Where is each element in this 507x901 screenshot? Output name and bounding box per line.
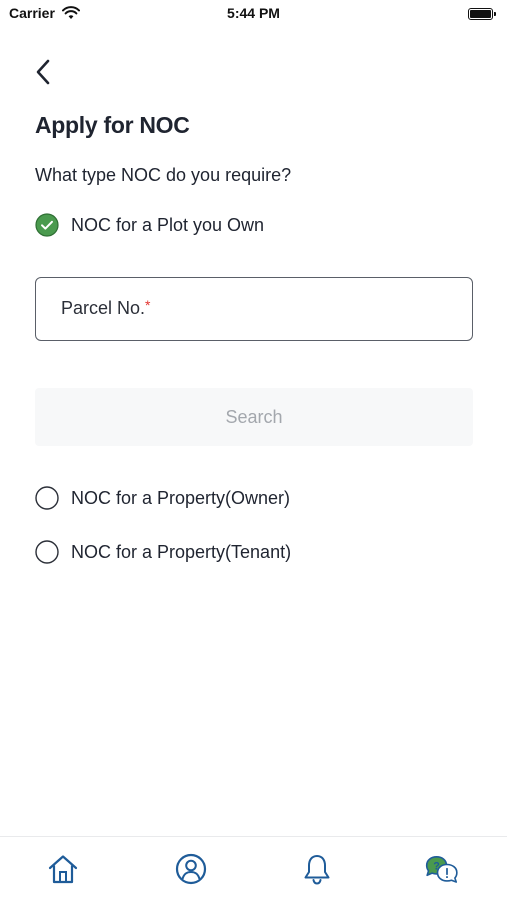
option-plot-you-own[interactable]: NOC for a Plot you Own [35, 213, 264, 237]
radio-unchecked-icon [35, 540, 59, 564]
bottom-tab-bar: ? [0, 836, 507, 901]
checked-radio-icon [35, 213, 59, 237]
home-icon [48, 855, 78, 884]
tab-help[interactable]: ? [424, 851, 460, 887]
noc-type-question: What type NOC do you require? [35, 165, 292, 185]
chevron-left-icon [36, 59, 50, 85]
tab-profile[interactable] [173, 851, 209, 887]
back-button[interactable] [28, 54, 58, 90]
help-chat-icon: ? [425, 856, 458, 883]
status-bar: Carrier 5:44 PM [0, 0, 507, 30]
battery-icon [468, 8, 497, 20]
option-label: NOC for a Property(Owner) [71, 487, 291, 508]
tab-notifications[interactable] [299, 851, 335, 887]
bell-icon [304, 855, 330, 885]
parcel-placeholder: Parcel No.* [61, 297, 151, 318]
required-asterisk: * [145, 297, 151, 313]
parcel-number-input[interactable]: Parcel No.* [35, 277, 473, 341]
option-label: NOC for a Property(Tenant) [71, 541, 292, 562]
page-title: Apply for NOC [35, 112, 190, 138]
option-label: NOC for a Plot you Own [71, 214, 265, 235]
radio-unchecked-icon [35, 486, 59, 510]
profile-icon [175, 853, 207, 885]
option-property-owner[interactable]: NOC for a Property(Owner) [35, 486, 290, 510]
clock-label: 5:44 PM [227, 5, 280, 21]
option-property-tenant[interactable]: NOC for a Property(Tenant) [35, 540, 291, 564]
search-button[interactable]: Search [35, 388, 473, 446]
tab-home[interactable] [45, 851, 81, 887]
